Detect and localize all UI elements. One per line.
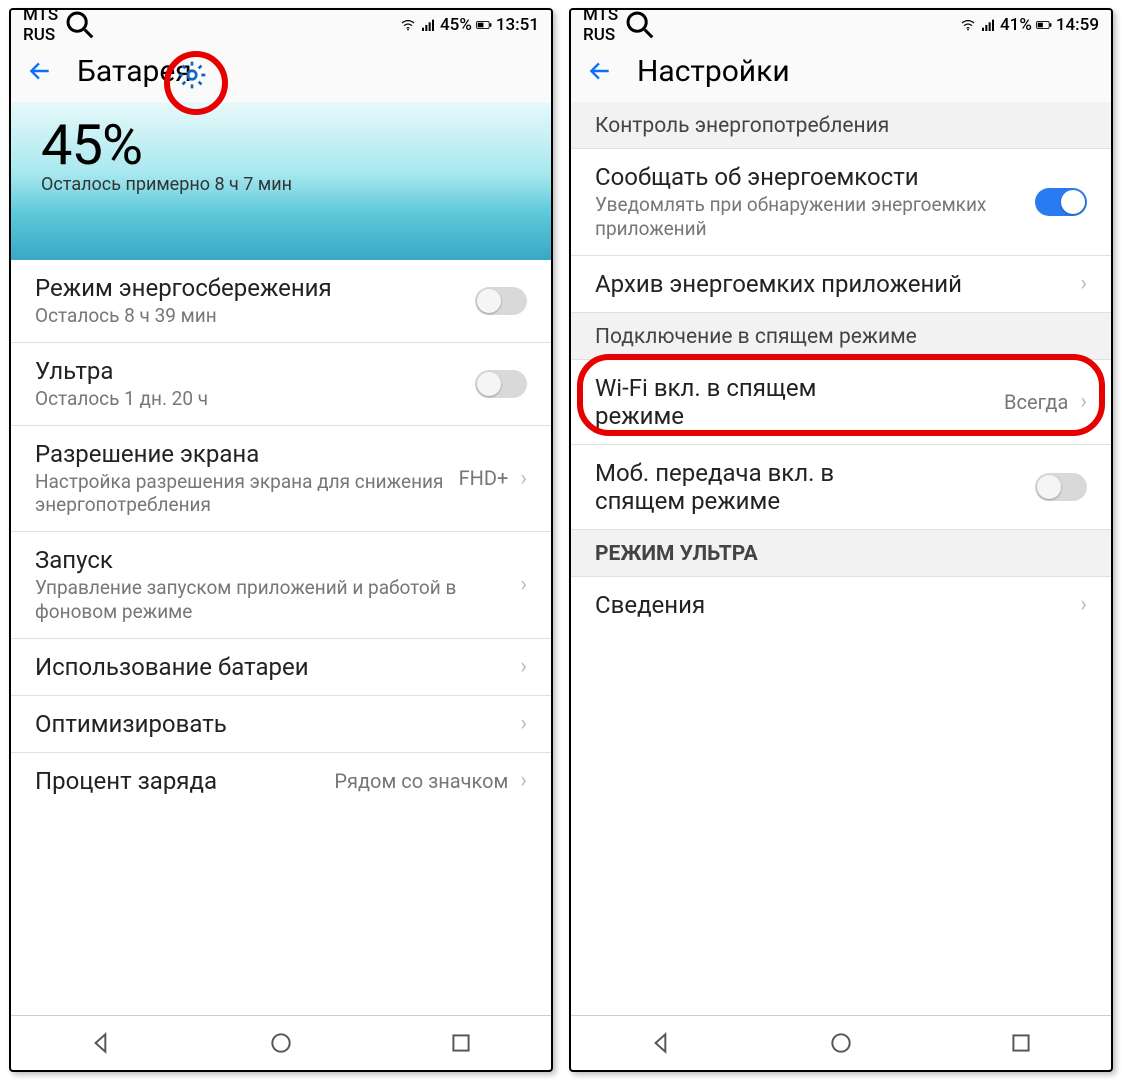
item-sub: Осталось 1 дн. 20 ч [35,387,465,411]
page-title: Батарея [77,54,192,89]
item-title: Архив энергоемких приложений [595,270,1068,298]
chevron-right-icon: › [1080,271,1087,296]
item-launch[interactable]: Запуск Управление запуском приложений и … [11,532,551,639]
status-bar: MTS RUS 41% 14:59 [571,10,1111,40]
section-sleep-connection: Подключение в спящем режиме [571,313,1111,360]
item-value: Рядом со значком [334,769,508,793]
item-ultra[interactable]: Ультра Осталось 1 дн. 20 ч [11,343,551,426]
toggle-ultra[interactable] [475,370,527,398]
chevron-right-icon: › [1080,389,1087,414]
item-info[interactable]: Сведения › [571,577,1111,633]
item-title: Разрешение экрана [35,440,449,468]
wifi-icon [960,17,976,33]
phone-right: MTS RUS 41% 14:59 Настройки Контроль эне… [569,8,1113,1072]
page-title: Настройки [637,54,790,89]
nav-recent-icon[interactable] [448,1030,474,1056]
toggle-notify[interactable] [1035,188,1087,216]
item-sub: Управление запуском приложений и работой… [35,576,508,624]
item-value: Всегда [1004,390,1068,414]
battery-percentage: 45% [41,112,521,178]
item-sub: Осталось 8 ч 39 мин [35,304,465,328]
item-archive[interactable]: Архив энергоемких приложений › [571,256,1111,313]
item-resolution[interactable]: Разрешение экрана Настройка разрешения э… [11,426,551,533]
back-icon[interactable] [27,58,53,84]
item-title: Запуск [35,546,508,574]
item-optimize[interactable]: Оптимизировать › [11,696,551,753]
item-mobile-sleep[interactable]: Моб. передача вкл. в спящем режиме [571,445,1111,530]
signal-icon [420,17,436,33]
app-header: Батарея [11,40,551,102]
signal-icon [980,17,996,33]
item-power-saving[interactable]: Режим энергосбережения Осталось 8 ч 39 м… [11,260,551,343]
settings-list: Контроль энергопотребления Сообщать об э… [571,102,1111,1015]
phone-left: MTS RUS 45% 13:51 Батарея 45% Осталось п… [9,8,553,1072]
chevron-right-icon: › [520,768,527,793]
app-header: Настройки [571,40,1111,102]
item-title: Процент заряда [35,767,324,795]
item-wifi-sleep[interactable]: Wi-Fi вкл. в спящем режиме Всегда › [571,360,1111,445]
section-power-control: Контроль энергопотребления [571,102,1111,149]
settings-list: Режим энергосбережения Осталось 8 ч 39 м… [11,260,551,1015]
item-title: Оптимизировать [35,710,508,738]
item-title: Использование батареи [35,653,508,681]
battery-icon [476,17,492,33]
nav-back-icon[interactable] [648,1030,674,1056]
toggle-mobile[interactable] [1035,473,1087,501]
chevron-right-icon: › [520,466,527,491]
item-title: Режим энергосбережения [35,274,465,302]
battery-remaining: Осталось примерно 8 ч 7 мин [41,174,521,195]
time-label: 13:51 [496,15,539,35]
wifi-icon [400,17,416,33]
gear-icon[interactable] [176,59,208,91]
back-icon[interactable] [587,58,613,84]
battery-pct-status: 45% [440,15,472,35]
section-ultra-mode: РЕЖИМ УЛЬТРА [571,530,1111,577]
chevron-right-icon: › [1080,592,1087,617]
chevron-right-icon: › [520,572,527,597]
item-title: Ультра [35,357,465,385]
nav-bar [11,1015,551,1070]
status-bar: MTS RUS 45% 13:51 [11,10,551,40]
nav-home-icon[interactable] [828,1030,854,1056]
item-value: FHD+ [459,466,509,490]
item-notify-power[interactable]: Сообщать об энергоемкости Уведомлять при… [571,149,1111,256]
toggle-power-saving[interactable] [475,287,527,315]
item-sub: Уведомлять при обнаружении энергоемких п… [595,193,1025,241]
nav-back-icon[interactable] [88,1030,114,1056]
search-icon [62,8,98,43]
battery-icon [1036,17,1052,33]
nav-home-icon[interactable] [268,1030,294,1056]
item-percent[interactable]: Процент заряда Рядом со значком › [11,753,551,809]
item-usage[interactable]: Использование батареи › [11,639,551,696]
item-title: Моб. передача вкл. в спящем режиме [595,459,915,515]
chevron-right-icon: › [520,654,527,679]
item-sub: Настройка разрешения экрана для снижения… [35,470,449,518]
nav-recent-icon[interactable] [1008,1030,1034,1056]
search-icon [622,8,658,43]
time-label: 14:59 [1056,15,1099,35]
chevron-right-icon: › [520,711,527,736]
nav-bar [571,1015,1111,1070]
battery-hero: 45% Осталось примерно 8 ч 7 мин [11,102,551,260]
item-title: Сообщать об энергоемкости [595,163,1025,191]
item-title: Сведения [595,591,1068,619]
battery-pct-status: 41% [1000,15,1032,35]
item-title: Wi-Fi вкл. в спящем режиме [595,374,875,430]
